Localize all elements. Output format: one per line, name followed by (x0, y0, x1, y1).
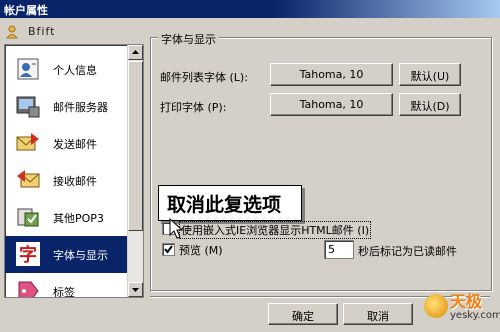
checkmark-icon (164, 245, 173, 254)
sidebar-item-send-mail[interactable]: 发送邮件 (5, 125, 127, 162)
mark-read-seconds-value: 5 (328, 243, 335, 256)
group-title: 字体与显示 (158, 31, 219, 47)
window-title: 帐户属性 (4, 4, 48, 17)
watermark-brand: 天极 (450, 292, 483, 311)
sidebar-item-tag[interactable]: 标签 (5, 273, 127, 298)
sidebar-item-label: 字体与显示 (53, 249, 108, 262)
ok-button[interactable]: 确定 (268, 303, 338, 325)
mail-list-font-value: Tahoma, 10 (299, 68, 364, 81)
cancel-button[interactable]: 取消 (343, 303, 413, 325)
tag-icon (18, 281, 39, 297)
sidebar-item-other-pop3[interactable]: 其他POP3 (5, 199, 127, 236)
mark-read-seconds-input[interactable]: 5 (324, 240, 354, 259)
annotation-callout: 取消此复选项 (158, 185, 302, 221)
mail-list-font-default-button[interactable]: 默认(U) (399, 63, 461, 86)
account-properties-dialog: 帐户属性 Bfift 个人信息 邮件服务器 发送邮件 接收邮件 其他POP3 字… (0, 0, 500, 332)
mouse-cursor-icon (169, 218, 184, 239)
embed-ie-label[interactable]: 使用嵌入式IE浏览器显示HTML邮件 (I) (179, 221, 372, 239)
arrow-down-icon (132, 288, 139, 292)
sidebar-item-receive-mail[interactable]: 接收邮件 (5, 162, 127, 199)
default-label: 默认(D) (410, 100, 450, 113)
mark-read-suffix: 秒后标记为已读邮件 (358, 245, 457, 258)
print-font-label: 打印字体 (P): (160, 101, 227, 114)
contact-card-icon (17, 58, 39, 80)
sidebar-item-label: 个人信息 (53, 64, 97, 77)
pop3-icon (17, 208, 39, 227)
sidebar-item-font-display[interactable]: 字 字体与显示 (5, 236, 127, 273)
sidebar-item-label: 标签 (53, 286, 75, 298)
category-list[interactable]: 个人信息 邮件服务器 发送邮件 接收邮件 其他POP3 字 字体与显示 标签 (4, 44, 144, 298)
user-icon (6, 25, 18, 39)
scroll-up-button[interactable] (128, 45, 143, 60)
send-mail-icon (16, 133, 39, 151)
preview-label[interactable]: 预览 (M) (179, 242, 223, 258)
sidebar-scrollbar[interactable] (127, 45, 143, 297)
arrow-up-icon (132, 50, 139, 54)
print-font-default-button[interactable]: 默认(D) (399, 93, 461, 116)
sidebar-item-mail-server[interactable]: 邮件服务器 (5, 88, 127, 125)
mail-list-font-label: 邮件列表字体 (L): (160, 71, 248, 84)
cancel-label: 取消 (367, 310, 389, 323)
account-header: Bfift (6, 22, 146, 42)
sidebar-item-label: 邮件服务器 (53, 101, 108, 114)
server-icon (16, 96, 40, 118)
sidebar-item-personal-info[interactable]: 个人信息 (5, 51, 127, 88)
mail-list-font-button[interactable]: Tahoma, 10 (270, 63, 393, 86)
svg-text:字: 字 (19, 244, 37, 266)
print-font-value: Tahoma, 10 (299, 98, 364, 111)
title-bar: 帐户属性 (0, 0, 500, 18)
watermark: 天极 yesky.com (424, 288, 500, 328)
preview-checkbox[interactable] (162, 243, 175, 256)
sidebar-item-label: 发送邮件 (53, 138, 97, 151)
scroll-down-button[interactable] (128, 282, 143, 297)
print-font-button[interactable]: Tahoma, 10 (270, 93, 393, 116)
ok-label: 确定 (292, 310, 314, 323)
scroll-thumb[interactable] (128, 61, 143, 231)
font-icon: 字 (16, 242, 40, 266)
account-name: Bfift (28, 25, 56, 38)
brand-logo-icon (424, 294, 448, 318)
receive-mail-icon (17, 170, 40, 188)
callout-text: 取消此复选项 (167, 194, 282, 216)
watermark-site: yesky.com (450, 310, 500, 321)
default-label: 默认(U) (410, 70, 450, 83)
sidebar-item-label: 其他POP3 (53, 212, 104, 225)
sidebar-item-label: 接收邮件 (53, 175, 97, 188)
